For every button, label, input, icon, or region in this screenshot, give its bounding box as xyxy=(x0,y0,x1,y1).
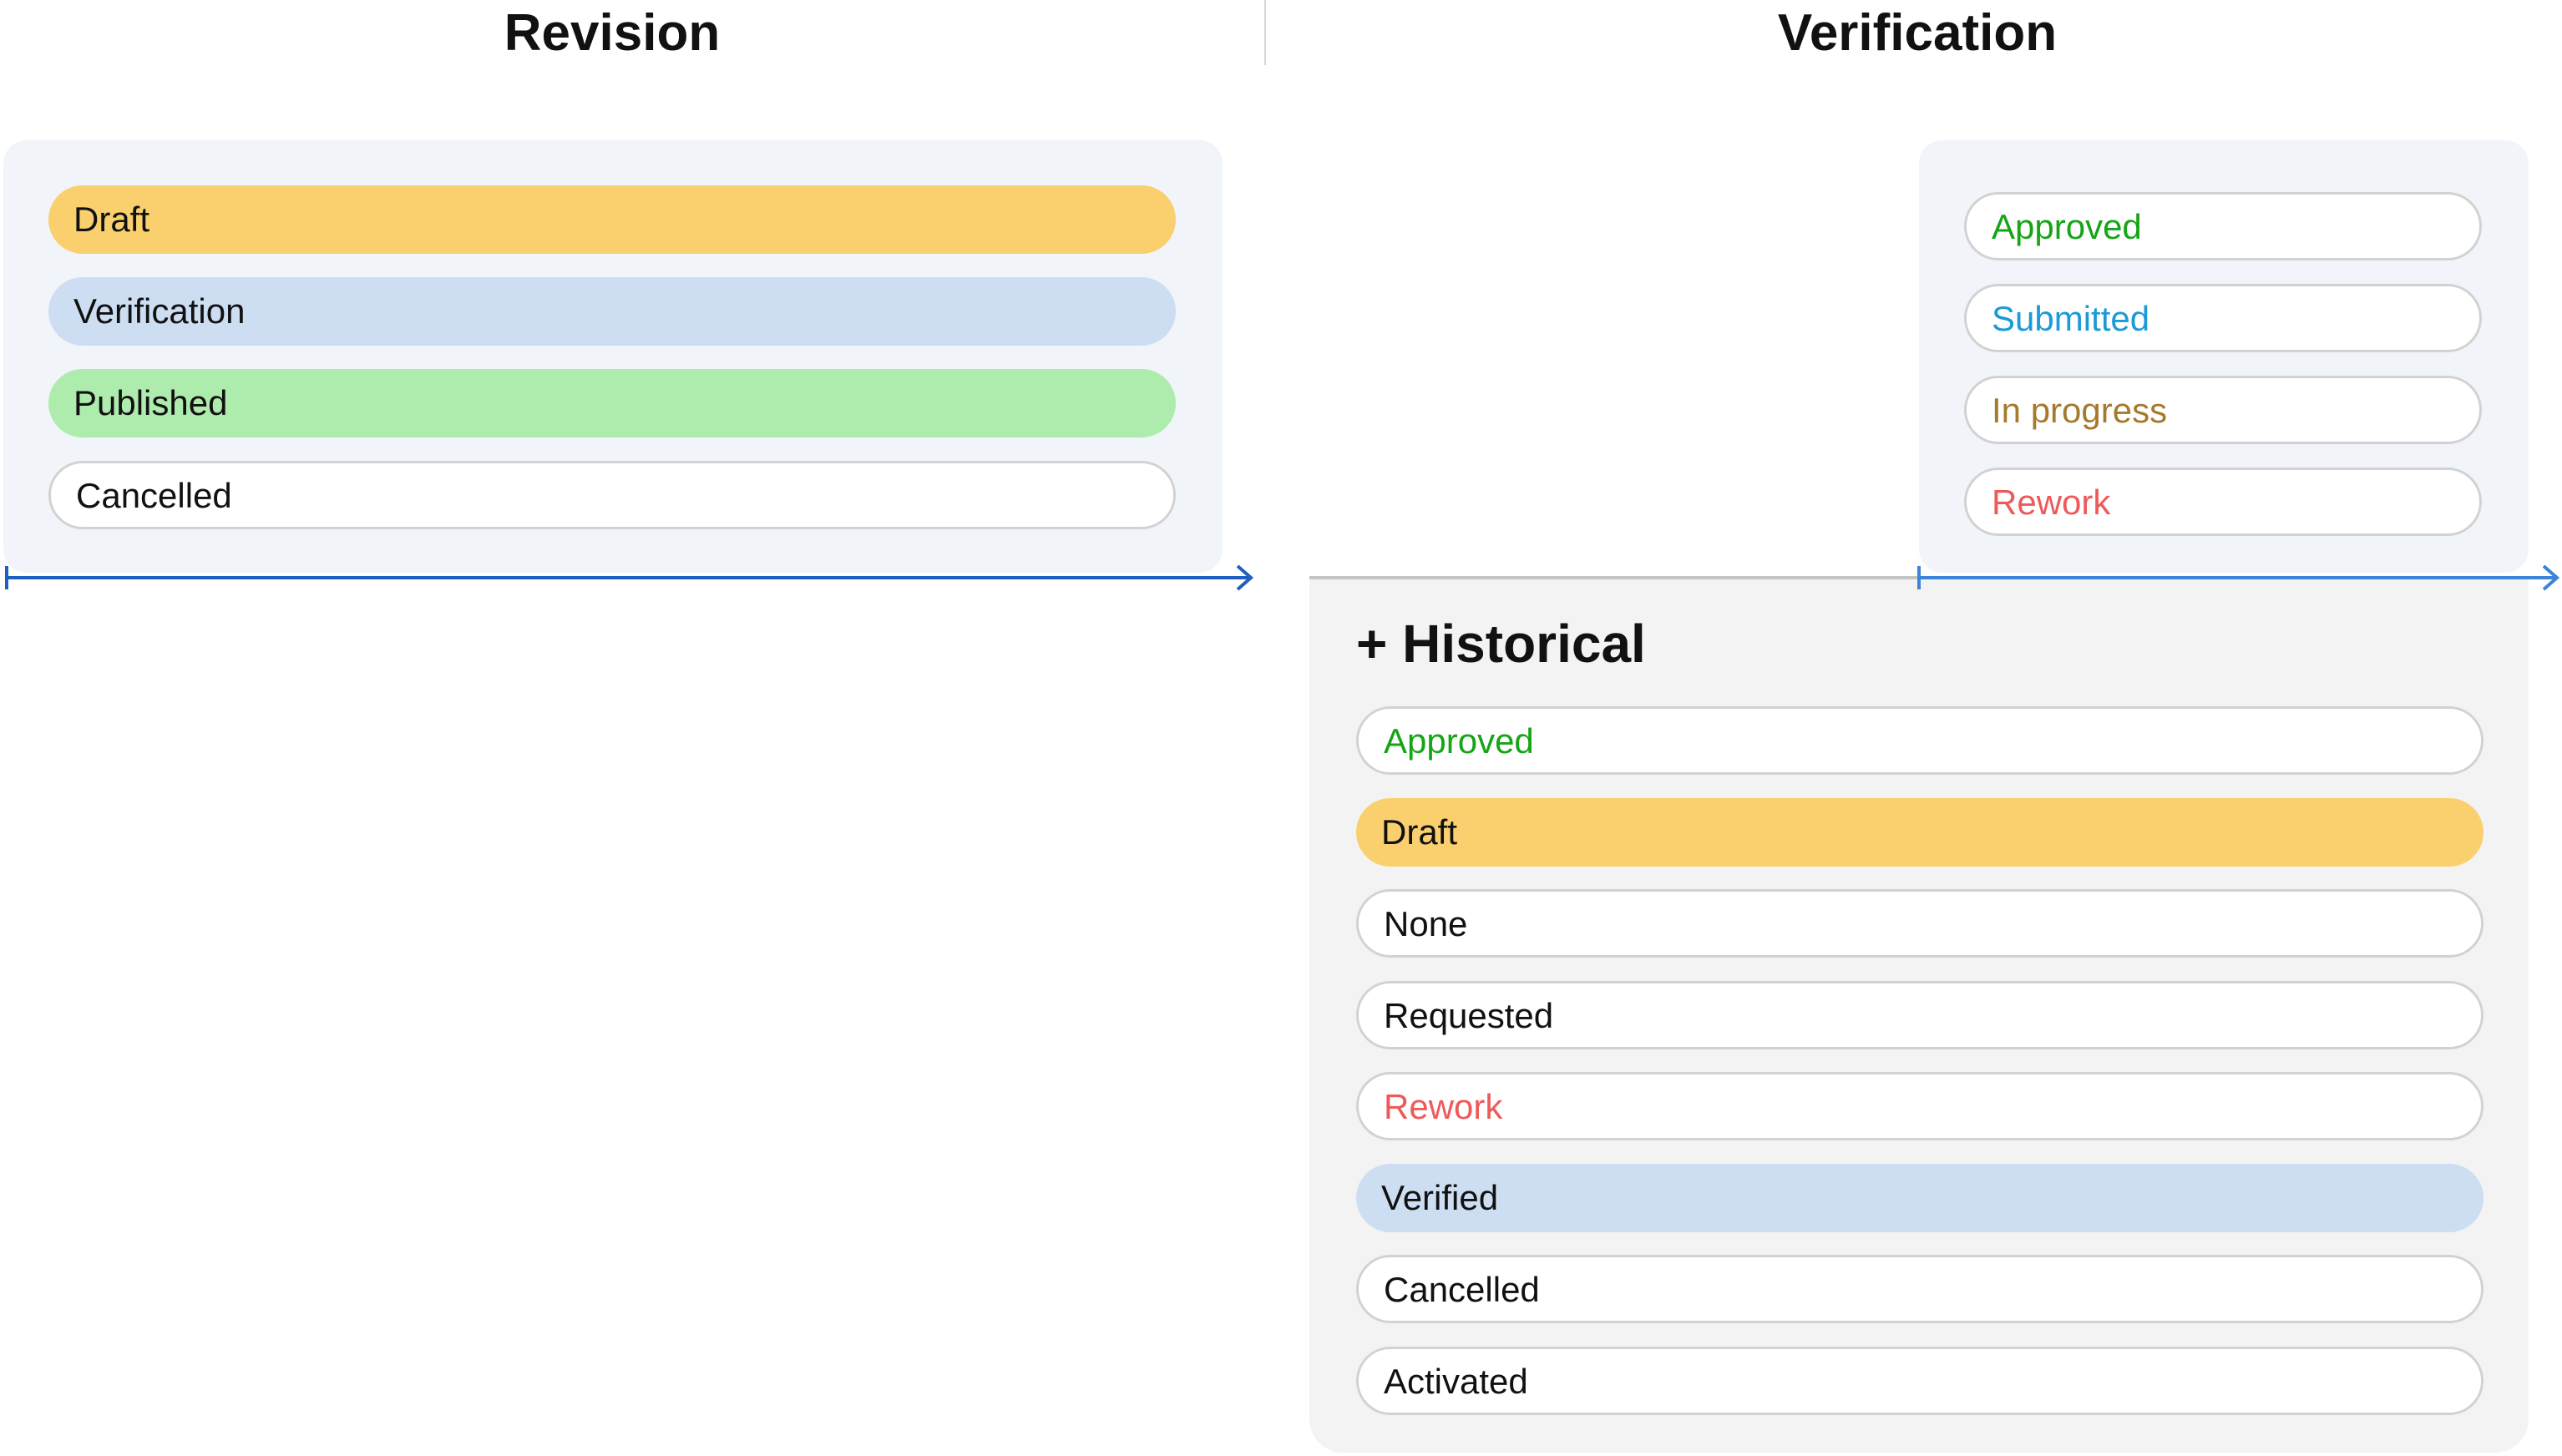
timeline-axes xyxy=(5,564,2560,591)
revision-timeline-arrow xyxy=(5,564,1254,591)
verification-timeline-arrow xyxy=(1917,564,2560,591)
